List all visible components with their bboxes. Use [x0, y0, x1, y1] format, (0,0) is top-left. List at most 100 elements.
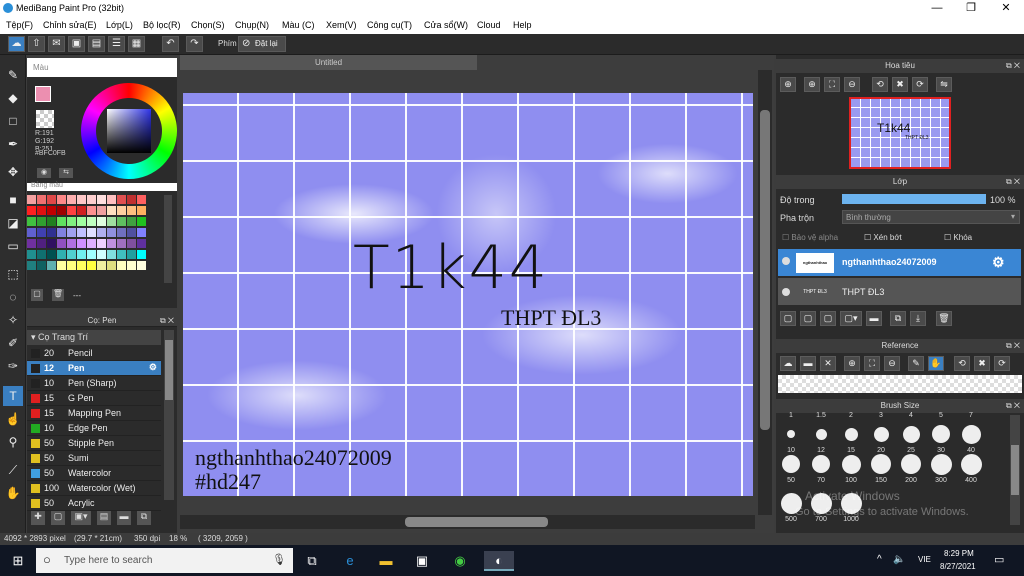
palette-swatch[interactable] [37, 217, 46, 226]
fill-rect-tool-icon[interactable]: ■ [3, 190, 23, 210]
palette-swatch[interactable] [37, 261, 46, 270]
menu-tools[interactable]: Công cụ(T) [367, 20, 412, 30]
palette-swatch[interactable] [87, 217, 96, 226]
palette-swatch[interactable] [47, 195, 56, 204]
select-tool-icon[interactable]: ⬚ [3, 264, 23, 284]
palette-swatch[interactable] [57, 206, 66, 215]
task-view-icon[interactable]: ⧉ [302, 551, 322, 571]
list-icon[interactable]: ☰ [108, 36, 125, 52]
palette-swatch[interactable] [27, 250, 36, 259]
palette-swatch[interactable] [107, 206, 116, 215]
palette-swatch[interactable] [67, 261, 76, 270]
palette-swatch[interactable] [107, 239, 116, 248]
document-tab[interactable]: Untitled [180, 55, 477, 70]
palette-swatch[interactable] [77, 250, 86, 259]
layer-folder-icon[interactable]: ▬ [866, 311, 882, 326]
palette-swatch[interactable] [77, 195, 86, 204]
brush-copy-icon[interactable]: ⧉ [137, 511, 151, 525]
maximize-button[interactable]: ❐ [954, 0, 988, 17]
palette-swatch[interactable] [127, 217, 136, 226]
palette-swatch[interactable] [27, 217, 36, 226]
reference-cloud-icon[interactable]: ☁ [780, 356, 796, 371]
brushsize-scroll-thumb[interactable] [1011, 445, 1019, 495]
eraser-tool-icon[interactable]: ◆ [3, 88, 23, 108]
color-sv-square[interactable] [107, 109, 151, 153]
palette-swatch[interactable] [67, 228, 76, 237]
brush-size-option[interactable] [902, 425, 920, 443]
palette-swatch[interactable] [117, 228, 126, 237]
palette-swatch[interactable] [107, 261, 116, 270]
palette-swatch[interactable] [137, 195, 146, 204]
brush-size-option[interactable] [960, 453, 982, 475]
palette-swatch[interactable] [57, 195, 66, 204]
brush-scrollbar[interactable] [164, 330, 174, 500]
file-explorer-icon[interactable]: ▬ [376, 551, 396, 571]
hand-tool-icon[interactable]: ✋ [3, 483, 23, 503]
menu-cloud[interactable]: Cloud [477, 20, 501, 30]
comment-icon[interactable]: ▣ [68, 36, 85, 52]
palette-swatch[interactable] [37, 239, 46, 248]
palette-swatch[interactable] [47, 228, 56, 237]
duplicate-layer-icon[interactable]: ⧉ [890, 311, 906, 326]
palette-swatch[interactable] [97, 261, 106, 270]
brush-tool-icon[interactable]: ✎ [3, 65, 23, 85]
layer-row[interactable]: THPT ĐL3 THPT ĐL3 [778, 278, 1021, 306]
zoom-in-alt-icon[interactable]: ⊕ [804, 77, 820, 92]
taskbar-search[interactable]: ○ Type here to search 🎙 [36, 548, 293, 573]
reference-rotate-left-icon[interactable]: ⟲ [954, 356, 970, 371]
palette-swatch[interactable] [67, 195, 76, 204]
palette-swatch[interactable] [97, 195, 106, 204]
layer-row[interactable]: ngthanhthao ngthanhthao24072009 ⚙ [778, 249, 1021, 277]
palette-swatch[interactable] [127, 195, 136, 204]
menu-filter[interactable]: Bộ lọc(R) [143, 20, 181, 30]
brush-item[interactable]: 20 Pencil [27, 346, 161, 361]
palette-scrollbar[interactable] [164, 195, 172, 283]
reference-hand-icon[interactable]: ✋ [928, 356, 944, 371]
brush-size-option[interactable] [932, 425, 950, 443]
color-option-icon[interactable]: ◉ [37, 168, 51, 178]
palette-swatches[interactable] [27, 195, 152, 293]
brush-size-option[interactable] [812, 455, 830, 473]
brush-size-option[interactable] [873, 426, 889, 442]
palette-swatch[interactable] [57, 228, 66, 237]
transparent-swatch[interactable] [36, 110, 54, 128]
edge-icon[interactable]: e [340, 551, 360, 571]
palette-swatch[interactable] [47, 261, 56, 270]
new-halftone-layer-icon[interactable]: ▢ [800, 311, 816, 326]
palette-swatch[interactable] [117, 206, 126, 215]
layer-visibility-icon[interactable] [782, 257, 790, 265]
palette-swatch[interactable] [137, 206, 146, 215]
palette-swatch[interactable] [77, 239, 86, 248]
text-tool-icon[interactable]: T [3, 386, 23, 406]
undo-icon[interactable]: ↶ [162, 36, 179, 52]
palette-swatch[interactable] [57, 250, 66, 259]
vertical-scrollbar[interactable] [758, 70, 772, 515]
layer-add-menu-icon[interactable]: ▢▾ [840, 311, 862, 326]
palette-swatch[interactable] [97, 250, 106, 259]
merge-layer-icon[interactable]: ⤓ [910, 311, 926, 326]
palette-swatch[interactable] [87, 261, 96, 270]
microphone-icon[interactable]: 🎙 [272, 553, 286, 566]
palette-swatch[interactable] [47, 206, 56, 215]
palette-swatch[interactable] [77, 228, 86, 237]
reference-open-icon[interactable]: ▬ [800, 356, 816, 371]
palette-swatch[interactable] [137, 261, 146, 270]
palette-swatch[interactable] [127, 228, 136, 237]
palette-delete-icon[interactable]: 🗑 [52, 289, 64, 301]
reference-close-doc-icon[interactable]: ✕ [820, 356, 836, 371]
divide-tool-icon[interactable]: ⟋ [3, 460, 23, 480]
pen-tool-icon[interactable]: ✒ [3, 134, 23, 154]
palette-swatch[interactable] [87, 250, 96, 259]
palette-swatch[interactable] [127, 239, 136, 248]
menu-window[interactable]: Cửa sổ(W) [424, 20, 468, 30]
brush-item[interactable]: 50 Acrylic [27, 496, 161, 511]
new-layer-icon[interactable]: ▢ [780, 311, 796, 326]
delete-layer-icon[interactable]: 🗑 [936, 311, 952, 326]
layer-settings-icon[interactable]: ⚙ [992, 254, 1005, 271]
brush-item[interactable]: 50 Watercolor [27, 466, 161, 481]
layer-visibility-icon[interactable] [782, 288, 790, 296]
palette-swatch[interactable] [117, 250, 126, 259]
menu-layer[interactable]: Lớp(L) [106, 20, 133, 30]
brush-size-option[interactable] [787, 430, 795, 438]
cloud-icon[interactable]: ☁ [8, 36, 25, 52]
